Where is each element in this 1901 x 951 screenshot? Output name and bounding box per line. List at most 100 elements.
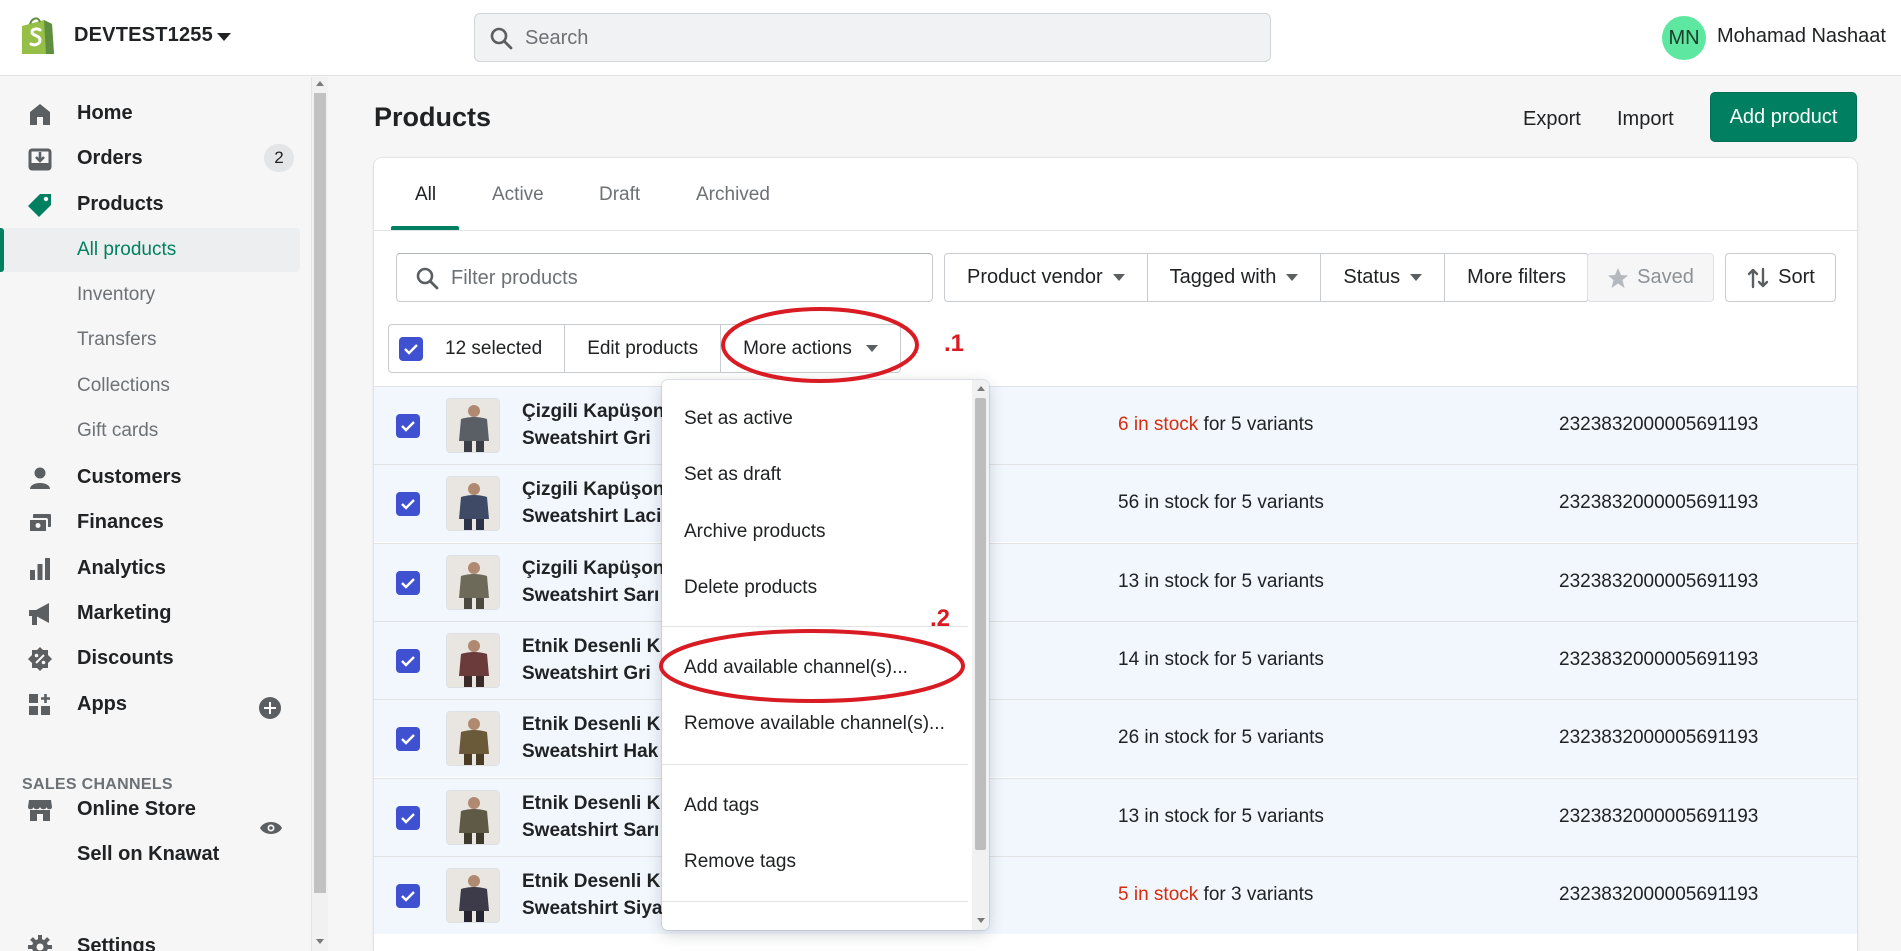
- menu-scrollbar[interactable]: [972, 380, 989, 930]
- sidebar-item-orders[interactable]: Orders 2: [0, 136, 300, 180]
- menu-item-set-draft[interactable]: Set as draft: [662, 453, 968, 497]
- menu-item-add-channels[interactable]: Add available channel(s)...: [662, 646, 968, 690]
- sidebar-item-settings[interactable]: Settings: [0, 924, 300, 951]
- add-channel-icon[interactable]: [259, 697, 281, 719]
- scroll-up-icon[interactable]: [316, 81, 324, 86]
- chevron-down-icon[interactable]: [217, 33, 231, 41]
- more-actions-button[interactable]: More actions: [721, 325, 900, 372]
- sidebar-item-collections[interactable]: Collections: [0, 364, 300, 408]
- scrollbar-thumb[interactable]: [314, 93, 326, 893]
- product-name[interactable]: Çizgili Kapüşon Sweatshirt Gri: [522, 398, 662, 452]
- product-name[interactable]: Çizgili Kapüşon Sweatshirt Laci: [522, 476, 662, 530]
- table-row[interactable]: Etnik Desenli K Sweatshirt Hak 26 in stock…: [374, 699, 1857, 778]
- more-filters-button[interactable]: More filters: [1445, 254, 1588, 301]
- sidebar-item-finances[interactable]: Finances: [0, 500, 300, 544]
- variant-count: for 3 variants: [1198, 883, 1314, 905]
- product-thumbnail[interactable]: [446, 711, 500, 767]
- menu-item-delete[interactable]: Delete products: [662, 566, 968, 610]
- filter-products-field[interactable]: [396, 253, 933, 302]
- sidebar-item-products[interactable]: Products: [0, 182, 300, 226]
- sidebar-item-sell-on-knawat[interactable]: Sell on Knawat: [0, 832, 300, 876]
- table-row[interactable]: Etnik Desenli K Sweatshirt Siya 5 in stock…: [374, 855, 1857, 934]
- select-all-segment[interactable]: 12 selected: [389, 325, 566, 372]
- product-thumbnail[interactable]: [446, 554, 500, 610]
- status-filter[interactable]: Status: [1321, 254, 1446, 301]
- store-name[interactable]: DEVTEST1255: [74, 24, 213, 47]
- scroll-up-icon[interactable]: [977, 386, 985, 391]
- sidebar-item-analytics[interactable]: Analytics: [0, 546, 300, 590]
- product-name-line-2: Sweatshirt Gri: [522, 662, 651, 684]
- saved-button[interactable]: Saved: [1587, 253, 1714, 302]
- shopify-logo-icon[interactable]: [18, 14, 56, 56]
- product-name-line-2: Sweatshirt Sarı: [522, 584, 660, 606]
- row-checkbox[interactable]: [396, 883, 420, 908]
- home-icon: [30, 104, 50, 125]
- row-checkbox[interactable]: [396, 727, 420, 752]
- tab-all[interactable]: All: [415, 184, 436, 206]
- sort-button[interactable]: Sort: [1725, 253, 1836, 302]
- check-icon: [401, 577, 415, 589]
- sidebar-item-discounts[interactable]: Discounts: [0, 636, 300, 680]
- product-thumbnail[interactable]: [446, 632, 500, 688]
- table-row[interactable]: Çizgili Kapüşon Sweatshirt Laci 56 in stoc…: [374, 464, 1857, 543]
- product-vendor-filter[interactable]: Product vendor: [945, 254, 1148, 301]
- sidebar-item-customers[interactable]: Customers: [0, 455, 300, 499]
- product-image: [447, 399, 499, 452]
- menu-item-set-active[interactable]: Set as active: [662, 397, 968, 441]
- select-all-checkbox[interactable]: [399, 336, 423, 361]
- tab-draft[interactable]: Draft: [599, 184, 640, 206]
- menu-item-archive[interactable]: Archive products: [662, 510, 968, 554]
- sidebar-item-marketing[interactable]: Marketing: [0, 591, 300, 635]
- add-product-button[interactable]: Add product: [1710, 92, 1857, 142]
- filter-products-input[interactable]: [451, 264, 911, 292]
- avatar[interactable]: MN: [1662, 16, 1706, 60]
- table-row[interactable]: Etnik Desenli K Sweatshirt Gri 14 in stock…: [374, 620, 1857, 699]
- table-row[interactable]: Çizgili Kapüşon Sweatshirt Gri 6 in stock …: [374, 386, 1857, 464]
- edit-products-button[interactable]: Edit products: [565, 325, 722, 372]
- sidebar-item-label: Settings: [77, 935, 156, 951]
- user-name[interactable]: Mohamad Nashaat: [1717, 25, 1886, 48]
- row-checkbox[interactable]: [396, 570, 420, 595]
- row-checkbox[interactable]: [396, 414, 420, 438]
- menu-item-add-tags[interactable]: Add tags: [662, 784, 968, 828]
- sidebar-item-transfers[interactable]: Transfers: [0, 318, 300, 362]
- caret-down-icon: [1286, 274, 1299, 281]
- import-button[interactable]: Import: [1617, 96, 1674, 142]
- variant-count: for 5 variants: [1208, 492, 1324, 514]
- table-row[interactable]: Etnik Desenli K Sweatshirt Sarı 13 in stoc…: [374, 777, 1857, 856]
- row-checkbox[interactable]: [396, 805, 420, 830]
- tagged-with-filter[interactable]: Tagged with: [1148, 254, 1322, 301]
- scroll-down-icon[interactable]: [977, 918, 985, 923]
- product-thumbnail[interactable]: [446, 398, 500, 453]
- sidebar-item-home[interactable]: Home: [0, 91, 300, 135]
- tab-active[interactable]: Active: [492, 184, 544, 206]
- export-button[interactable]: Export: [1523, 96, 1581, 142]
- sidebar-item-gift-cards[interactable]: Gift cards: [0, 409, 300, 453]
- product-name[interactable]: Etnik Desenli K Sweatshirt Hak: [522, 711, 662, 765]
- inventory-cell: 56 in stock for 5 variants: [1118, 492, 1324, 514]
- product-name[interactable]: Etnik Desenli K Sweatshirt Siya: [522, 868, 662, 922]
- table-row[interactable]: Çizgili Kapüşon Sweatshirt Sarı 13 in stoc…: [374, 542, 1857, 621]
- search-input[interactable]: [525, 24, 1225, 52]
- product-thumbnail[interactable]: [446, 867, 500, 923]
- product-thumbnail[interactable]: [446, 476, 500, 532]
- inventory-cell: 26 in stock for 5 variants: [1118, 727, 1324, 749]
- product-name[interactable]: Çizgili Kapüşon Sweatshirt Sarı: [522, 555, 662, 609]
- sidebar-item-all-products[interactable]: All products: [0, 228, 300, 272]
- tab-archived[interactable]: Archived: [696, 184, 770, 206]
- row-checkbox[interactable]: [396, 492, 420, 517]
- sidebar-item-apps[interactable]: Apps: [0, 682, 300, 726]
- scrollbar-thumb[interactable]: [975, 398, 986, 850]
- sidebar-item-online-store[interactable]: Online Store: [0, 787, 300, 831]
- row-checkbox[interactable]: [396, 648, 420, 673]
- product-name[interactable]: Etnik Desenli K Sweatshirt Sarı: [522, 790, 662, 844]
- product-image: [447, 790, 499, 844]
- sidebar-scrollbar[interactable]: [312, 77, 328, 951]
- product-name[interactable]: Etnik Desenli K Sweatshirt Gri: [522, 633, 662, 687]
- scroll-down-icon[interactable]: [316, 939, 324, 944]
- product-thumbnail[interactable]: [446, 789, 500, 845]
- menu-item-remove-channels[interactable]: Remove available channel(s)...: [662, 702, 968, 746]
- menu-item-remove-tags[interactable]: Remove tags: [662, 840, 968, 884]
- sidebar-item-inventory[interactable]: Inventory: [0, 273, 300, 317]
- search-bar[interactable]: [474, 13, 1271, 62]
